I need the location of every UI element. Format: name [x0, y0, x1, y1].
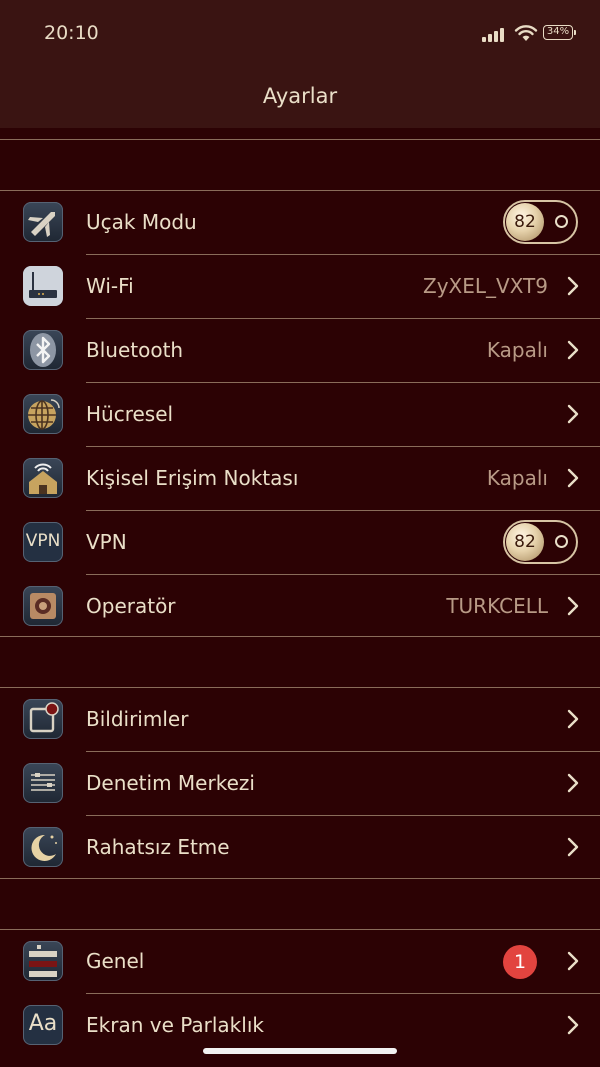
- display-text-icon: Aa: [23, 1005, 63, 1045]
- chevron-right-icon: [567, 837, 579, 857]
- carrier-value: TURKCELL: [446, 594, 548, 618]
- status-time: 20:10: [44, 22, 99, 44]
- toggle-off-indicator: [555, 535, 568, 548]
- personal-hotspot-value: Kapalı: [486, 466, 548, 490]
- bluetooth-icon: [23, 330, 63, 370]
- sliders-icon: [23, 763, 63, 803]
- house-hotspot-icon: [23, 458, 63, 498]
- status-bar: 20:10 34%: [0, 0, 600, 64]
- vpn-icon-text: VPN: [25, 531, 61, 551]
- toggle-off-indicator: [555, 215, 568, 228]
- operator-icon: [23, 586, 63, 626]
- toggle-knob: 82: [506, 203, 544, 241]
- page-title: Ayarlar: [262, 84, 338, 108]
- notification-icon: [23, 699, 63, 739]
- chevron-right-icon: [567, 276, 579, 296]
- section-divider: [0, 878, 600, 879]
- settings-row-carrier[interactable]: Operatör TURKCELL: [0, 575, 600, 639]
- display-brightness-label: Ekran ve Parlaklık: [86, 1013, 264, 1037]
- section-divider: [0, 636, 600, 637]
- chevron-right-icon: [567, 596, 579, 616]
- chevron-right-icon: [567, 1015, 579, 1035]
- gear-panel-icon: [23, 941, 63, 981]
- chevron-right-icon: [567, 773, 579, 793]
- battery-indicator: 34%: [543, 25, 576, 40]
- bluetooth-status-value: Kapalı: [486, 338, 548, 362]
- home-indicator[interactable]: [203, 1048, 397, 1054]
- control-center-label: Denetim Merkezi: [86, 771, 255, 795]
- settings-row-personal-hotspot[interactable]: Kişisel Erişim Noktası Kapalı: [0, 447, 600, 511]
- wifi-status-icon: [514, 24, 538, 42]
- globe-icon: [23, 394, 63, 434]
- chevron-right-icon: [567, 468, 579, 488]
- update-badge: 1: [503, 945, 537, 979]
- cellular-signal-icon: [482, 26, 508, 42]
- navigation-bar: Ayarlar: [0, 64, 600, 128]
- wifi-network-value: ZyXEL_VXT9: [423, 274, 548, 298]
- display-icon-text: Aa: [28, 1011, 58, 1036]
- moon-icon: [23, 827, 63, 867]
- settings-row-airplane-mode[interactable]: Uçak Modu 82: [0, 191, 600, 255]
- notifications-label: Bildirimler: [86, 707, 189, 731]
- section-divider: [0, 139, 600, 140]
- settings-row-notifications[interactable]: Bildirimler: [0, 688, 600, 752]
- do-not-disturb-label: Rahatsız Etme: [86, 835, 230, 859]
- settings-row-control-center[interactable]: Denetim Merkezi: [0, 752, 600, 816]
- settings-row-cellular[interactable]: Hücresel: [0, 383, 600, 447]
- general-label: Genel: [86, 949, 145, 973]
- vpn-label: VPN: [86, 530, 127, 554]
- settings-row-vpn[interactable]: VPN VPN 82: [0, 511, 600, 575]
- settings-row-bluetooth[interactable]: Bluetooth Kapalı: [0, 319, 600, 383]
- carrier-label: Operatör: [86, 594, 176, 618]
- settings-row-wifi[interactable]: Wi-Fi ZyXEL_VXT9: [0, 255, 600, 319]
- chevron-right-icon: [567, 404, 579, 424]
- vpn-icon: VPN: [23, 522, 63, 562]
- settings-row-do-not-disturb[interactable]: Rahatsız Etme: [0, 816, 600, 880]
- chevron-right-icon: [567, 340, 579, 360]
- toggle-knob: 82: [506, 523, 544, 561]
- chevron-right-icon: [567, 709, 579, 729]
- airplane-icon: [23, 202, 63, 242]
- chevron-right-icon: [567, 951, 579, 971]
- airplane-mode-label: Uçak Modu: [86, 210, 197, 234]
- cellular-label: Hücresel: [86, 402, 174, 426]
- router-icon: [23, 266, 63, 306]
- settings-row-general[interactable]: Genel 1: [0, 930, 600, 994]
- personal-hotspot-label: Kişisel Erişim Noktası: [86, 466, 299, 490]
- vpn-toggle[interactable]: 82: [503, 520, 578, 564]
- bluetooth-label: Bluetooth: [86, 338, 184, 362]
- airplane-mode-toggle[interactable]: 82: [503, 200, 578, 244]
- wifi-label: Wi-Fi: [86, 274, 134, 298]
